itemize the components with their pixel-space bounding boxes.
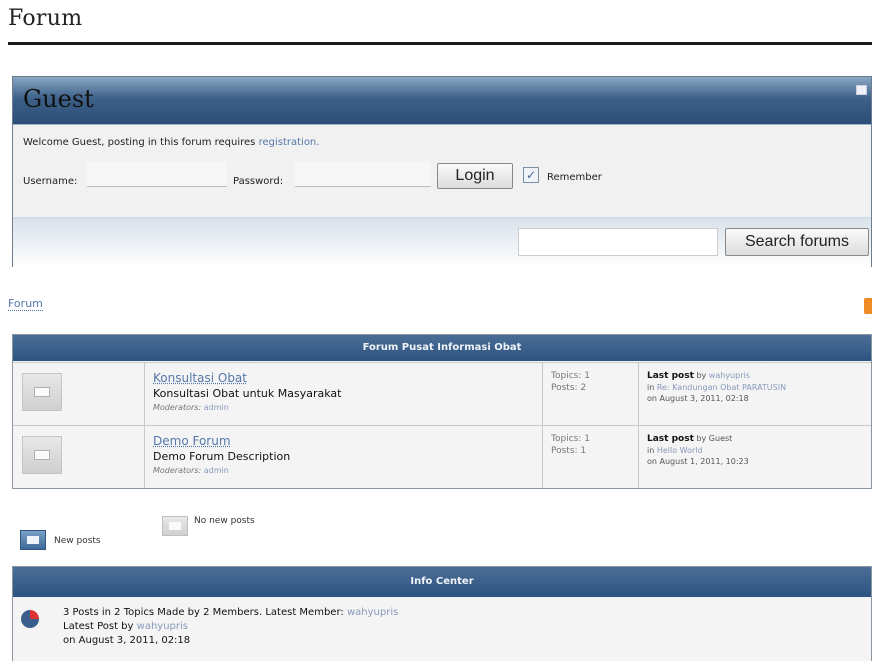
search-bar: Search forums <box>13 217 871 267</box>
guest-title: Guest <box>23 85 94 113</box>
password-label: Password: <box>233 176 284 187</box>
last-post-header: Last post by wahyupris <box>647 371 750 381</box>
info-center-title[interactable]: Info Center <box>13 567 871 597</box>
password-input[interactable] <box>295 161 431 187</box>
last-post-author: Guest <box>708 434 733 443</box>
category-title[interactable]: Forum Pusat Informasi Obat <box>13 335 871 361</box>
posts-count: Posts: 1 <box>551 446 587 456</box>
board-no-new-posts-icon <box>22 373 62 411</box>
last-post-header: Last post by Guest <box>647 434 733 444</box>
registration-link[interactable]: registration. <box>259 137 320 148</box>
pie-chart-icon <box>21 610 39 628</box>
last-post-date: on August 1, 2011, 10:23 <box>647 457 749 466</box>
board-no-new-posts-icon <box>22 436 62 474</box>
moderator-link[interactable]: admin <box>204 466 229 475</box>
collapse-icon[interactable] <box>856 85 867 95</box>
welcome-message: Welcome Guest, posting in this forum req… <box>23 137 319 148</box>
new-posts-icon <box>20 530 46 550</box>
latest-member-link[interactable]: wahyupris <box>347 607 398 618</box>
no-new-posts-icon <box>162 516 188 536</box>
last-post-topic: in Hello World <box>647 446 703 455</box>
last-post-topic-link[interactable]: Re: Kandungan Obat PARATUSIN <box>657 383 786 392</box>
latest-post: Latest Post by wahyupris <box>63 621 188 632</box>
username-label: Username: <box>23 176 78 187</box>
new-posts-label: New posts <box>54 536 101 546</box>
moderator-link[interactable]: admin <box>204 403 229 412</box>
remember-checkbox[interactable]: ✓ <box>523 167 539 183</box>
rss-icon[interactable] <box>864 298 872 314</box>
posts-count: Posts: 2 <box>551 383 587 393</box>
forum-name-link[interactable]: Demo Forum <box>153 434 231 448</box>
last-post-date: on August 3, 2011, 02:18 <box>647 394 749 403</box>
username-input[interactable] <box>87 161 227 187</box>
page-title: Forum <box>8 6 83 31</box>
info-center: Info Center 3 Posts in 2 Topics Made by … <box>12 566 872 661</box>
last-post-topic: in Re: Kandungan Obat PARATUSIN <box>647 383 787 392</box>
forum-row: Konsultasi Obat Konsultasi Obat untuk Ma… <box>13 362 871 425</box>
latest-post-date: on August 3, 2011, 02:18 <box>63 635 191 646</box>
forum-name-link[interactable]: Konsultasi Obat <box>153 371 247 385</box>
title-divider <box>8 42 872 45</box>
forum-description: Demo Forum Description <box>153 450 291 463</box>
topics-count: Topics: 1 <box>551 371 590 381</box>
welcome-text: Welcome Guest, posting in this forum req… <box>23 137 256 148</box>
forum-moderators: Moderators: admin <box>153 466 229 475</box>
topics-count: Topics: 1 <box>551 434 590 444</box>
search-input[interactable] <box>518 228 718 256</box>
last-post-topic-link[interactable]: Hello World <box>657 446 703 455</box>
login-row: Username: Password: Login ✓ Remember <box>13 161 871 197</box>
forum-row: Demo Forum Demo Forum Description Modera… <box>13 425 871 488</box>
forum-stats: 3 Posts in 2 Topics Made by 2 Members. L… <box>63 607 399 618</box>
latest-post-author-link[interactable]: wahyupris <box>137 621 188 632</box>
remember-label: Remember <box>547 172 602 183</box>
breadcrumb[interactable]: Forum <box>8 297 43 311</box>
last-post-author-link[interactable]: wahyupris <box>709 371 750 380</box>
guest-panel: Guest Welcome Guest, posting in this for… <box>12 76 872 267</box>
guest-panel-header: Guest <box>13 77 871 125</box>
forum-description: Konsultasi Obat untuk Masyarakat <box>153 387 342 400</box>
search-forums-button[interactable]: Search forums <box>725 228 869 256</box>
login-button[interactable]: Login <box>437 163 513 189</box>
forum-moderators: Moderators: admin <box>153 403 229 412</box>
forum-category: Forum Pusat Informasi Obat Konsultasi Ob… <box>12 334 872 489</box>
no-new-posts-label: No new posts <box>194 516 255 526</box>
